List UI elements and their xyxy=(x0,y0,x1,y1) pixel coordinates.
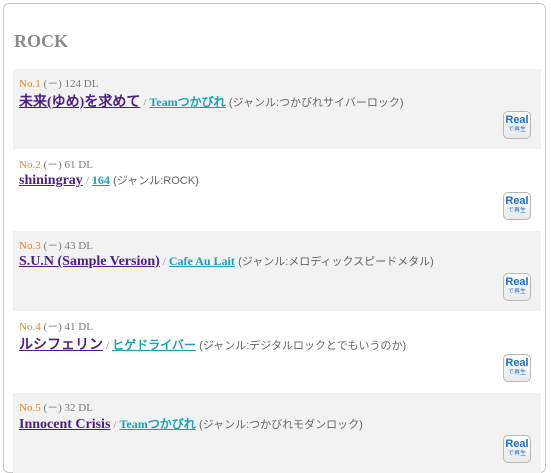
real-play-icon: Real xyxy=(505,357,529,369)
real-play-button[interactable]: Real で再生 xyxy=(503,192,531,220)
separator: / xyxy=(106,340,110,352)
real-play-button[interactable]: Real で再生 xyxy=(503,273,531,301)
genre-label: (ジャンル:メロディックスピードメタル) xyxy=(238,256,434,268)
separator: / xyxy=(113,419,117,431)
category-heading: ROCK xyxy=(14,31,68,51)
rank-meta: No.5 (－) 32 DL xyxy=(19,399,93,415)
genre-label: (ジャンル:デジタルロックとでもいうのか) xyxy=(199,340,407,352)
artist-link[interactable]: Cafe Au Lait xyxy=(169,254,235,268)
real-play-icon: Real xyxy=(505,195,529,207)
rank-meta: No.1 (－) 124 DL xyxy=(19,75,98,91)
ranking-row: No.2 (－) 61 DL shiningray/164 (ジャンル:ROCK… xyxy=(13,150,541,230)
rank-number: No.4 xyxy=(19,321,41,333)
separator: / xyxy=(143,97,147,109)
separator: / xyxy=(85,175,89,187)
download-stats: (－) 61 DL xyxy=(43,159,93,171)
separator: / xyxy=(162,256,166,268)
rank-number: No.3 xyxy=(19,240,41,252)
rank-meta: No.4 (－) 41 DL xyxy=(19,318,93,334)
download-stats: (－) 43 DL xyxy=(43,240,93,252)
track-title-link[interactable]: shiningray xyxy=(19,173,83,188)
real-play-sublabel: で再生 xyxy=(507,451,526,457)
track-title-link[interactable]: ルシフェリン xyxy=(19,338,103,353)
ranking-row: No.5 (－) 32 DL Innocent Crisis / Teamつかびれ … xyxy=(13,393,541,473)
rank-meta: No.3 (－) 43 DL xyxy=(19,237,93,253)
rank-number: No.2 xyxy=(19,159,41,171)
real-play-sublabel: で再生 xyxy=(507,289,526,295)
artist-link[interactable]: 164 xyxy=(92,173,110,187)
real-play-icon: Real xyxy=(505,438,529,450)
track-title-link[interactable]: 未来(ゆめ)を求めて xyxy=(19,95,140,110)
real-play-button[interactable]: Real で再生 xyxy=(503,111,531,139)
real-play-sublabel: で再生 xyxy=(507,127,526,133)
rank-meta: No.2 (－) 61 DL xyxy=(19,156,93,172)
genre-label: (ジャンル:つかびれサイバーロック) xyxy=(228,97,404,109)
real-play-sublabel: で再生 xyxy=(507,208,526,214)
artist-link[interactable]: Teamつかびれ xyxy=(119,417,195,431)
genre-label: (ジャンル:つかびれモダンロック) xyxy=(198,419,363,431)
track-line: 未来(ゆめ)を求めて / Teamつかびれ (ジャンル:つかびれサイバーロック) xyxy=(19,91,404,111)
real-play-button[interactable]: Real で再生 xyxy=(503,435,531,463)
ranking-row: No.4 (－) 41 DL ルシフェリン / ヒゲドライバー (ジャンル:デジタル… xyxy=(13,312,541,392)
track-title-link[interactable]: S.U.N (Sample Version) xyxy=(19,254,160,269)
ranking-row: No.1 (－) 124 DL 未来(ゆめ)を求めて / Teamつかびれ (ジャン… xyxy=(13,69,541,149)
track-line: Innocent Crisis / Teamつかびれ (ジャンル:つかびれモダンロッ… xyxy=(19,415,363,433)
download-stats: (－) 32 DL xyxy=(43,402,93,414)
real-play-sublabel: で再生 xyxy=(507,370,526,376)
download-stats: (－) 124 DL xyxy=(43,78,99,90)
track-line: S.U.N (Sample Version) / Cafe Au Lait (ジャン… xyxy=(19,253,434,270)
real-play-icon: Real xyxy=(505,276,529,288)
download-stats: (－) 41 DL xyxy=(43,321,93,333)
track-line: ルシフェリン / ヒゲドライバー (ジャンル:デジタルロックとでもいうのか) xyxy=(19,334,406,354)
track-title-link[interactable]: Innocent Crisis xyxy=(19,417,110,432)
track-line: shiningray/164 (ジャンル:ROCK) xyxy=(19,172,199,189)
rank-number: No.1 xyxy=(19,78,41,90)
real-play-icon: Real xyxy=(505,114,529,126)
real-play-button[interactable]: Real で再生 xyxy=(503,354,531,382)
rank-number: No.5 xyxy=(19,402,41,414)
ranking-row: No.3 (－) 43 DL S.U.N (Sample Version) / Ca… xyxy=(13,231,541,311)
genre-label: (ジャンル:ROCK) xyxy=(113,175,199,187)
artist-link[interactable]: Teamつかびれ xyxy=(149,95,225,109)
artist-link[interactable]: ヒゲドライバー xyxy=(112,338,196,352)
